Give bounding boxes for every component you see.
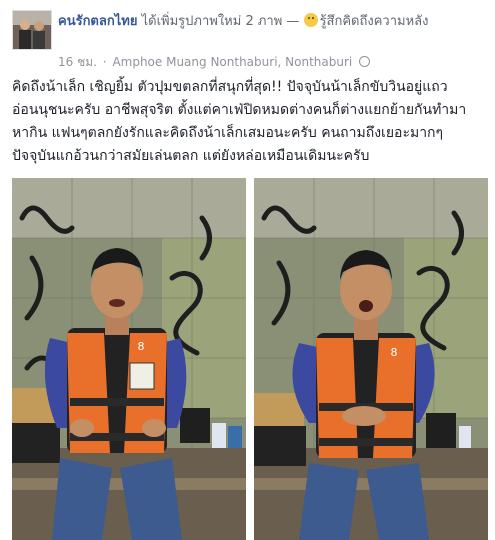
photo-1-image: 8 bbox=[12, 178, 246, 540]
photo-1[interactable]: 8 bbox=[12, 178, 246, 540]
photo-grid: 8 8 bbox=[12, 178, 488, 540]
avatar-image bbox=[13, 11, 51, 49]
post-action-text: ได้เพิ่มรูปภาพใหม่ 2 ภาพ — bbox=[141, 14, 300, 29]
post-body-text: คิดถึงน้าเล็ก เชิญยิ้ม ตัวปุมขตลกที่สนุก… bbox=[12, 79, 467, 164]
post-meta: 16 ชม. · Amphoe Muang Nonthaburi, Nontha… bbox=[58, 54, 373, 70]
facebook-post: คนรักตลกไทย ได้เพิ่มรูปภาพใหม่ 2 ภาพ — ร… bbox=[0, 0, 495, 540]
photo-2[interactable]: 8 bbox=[254, 178, 488, 540]
vest-number-right: 8 bbox=[391, 346, 398, 359]
smiley-emoji-icon bbox=[303, 13, 318, 27]
post-location[interactable]: Amphoe Muang Nonthaburi, Nonthaburi bbox=[112, 55, 352, 69]
post-header: คนรักตลกไทย ได้เพิ่มรูปภาพใหม่ 2 ภาพ — ร… bbox=[58, 12, 488, 32]
page-avatar[interactable] bbox=[12, 10, 52, 50]
vest-number-left: 8 bbox=[138, 340, 145, 353]
meta-separator: · bbox=[102, 55, 107, 69]
page-name-link[interactable]: คนรักตลกไทย bbox=[58, 14, 137, 29]
feeling-text: รู้สึกคิดถึงความหลัง bbox=[319, 14, 429, 29]
globe-icon bbox=[359, 56, 371, 67]
post-timestamp[interactable]: 16 ชม. bbox=[58, 55, 97, 69]
photo-2-image: 8 bbox=[254, 178, 488, 540]
